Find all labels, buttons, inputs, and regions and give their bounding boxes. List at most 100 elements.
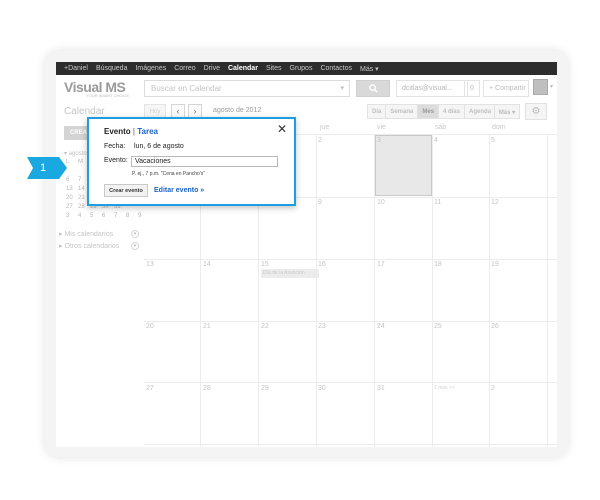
view-day-button[interactable]: Día [367, 104, 387, 119]
mini-day[interactable]: 4 [78, 213, 87, 219]
day-number[interactable]: 19 [491, 261, 499, 268]
grid-line [144, 444, 557, 445]
view-4days-button[interactable]: 4 días [438, 104, 466, 119]
col-head-sat: sáb [435, 124, 447, 131]
chevron-down-icon[interactable]: ▾ [131, 230, 139, 238]
mini-day[interactable]: 14 [78, 186, 87, 192]
gbar-item-drive[interactable]: Drive [204, 65, 220, 72]
tab-task[interactable]: Tarea [137, 127, 158, 136]
view-month-button[interactable]: Mes [417, 104, 440, 119]
search-input[interactable]: Buscar en Calendar ▾ [144, 80, 350, 97]
mini-day[interactable]: 3 [66, 213, 75, 219]
other-calendars-toggle[interactable]: ▸ Otros calendarios [59, 242, 119, 250]
mini-month-title[interactable]: ▾ agosto [64, 150, 87, 157]
day-number[interactable]: 31 [377, 385, 385, 392]
col-head-sun: dom [492, 124, 506, 131]
gbar-item-images[interactable]: Imágenes [135, 65, 166, 72]
event-hint: P. ej., 7 p.m. "Cena en Pancho's" [132, 171, 206, 177]
search-button[interactable] [356, 80, 390, 97]
grid-line [316, 134, 317, 447]
mini-day[interactable]: 6 [102, 213, 111, 219]
grid-line [374, 134, 375, 447]
mini-day[interactable]: 8 [126, 213, 135, 219]
avatar[interactable] [533, 79, 548, 95]
mini-day[interactable]: 7 [114, 213, 123, 219]
day-number[interactable]: 2 [491, 385, 495, 392]
mini-calendar-row: 3 4 5 6 7 8 9 [66, 213, 147, 219]
gbar-item-groups[interactable]: Grupos [290, 65, 313, 72]
gbar-item-user[interactable]: +Daniel [64, 65, 88, 72]
day-number[interactable]: 9 [318, 199, 322, 206]
share-button[interactable]: + Compartir [483, 80, 529, 97]
day-number[interactable]: 20 [146, 323, 154, 330]
quick-event-popup: Evento | Tarea ✕ Fecha: lun, 6 de agosto… [87, 117, 296, 206]
close-icon[interactable]: ✕ [277, 123, 287, 135]
day-number[interactable]: 4 [434, 137, 438, 144]
day-number[interactable]: 5 [491, 137, 495, 144]
day-number[interactable]: 25 [434, 323, 442, 330]
search-placeholder: Buscar en Calendar [151, 84, 222, 93]
gbar-item-contacts[interactable]: Contactos [320, 65, 352, 72]
event-title-input[interactable]: Vacaciones [131, 156, 278, 167]
step-number: 1 [40, 162, 47, 174]
mini-day[interactable]: 5 [90, 213, 99, 219]
mini-day[interactable]: 21 [78, 195, 87, 201]
chevron-down-icon[interactable]: ▾ [550, 83, 553, 90]
gbar-item-calendar[interactable]: Calendar [228, 65, 258, 72]
mini-day[interactable]: 13 [66, 186, 75, 192]
mini-calendar-row: 20 21 [66, 195, 87, 201]
mini-day[interactable]: 28 [78, 204, 87, 210]
day-number[interactable]: 17 [377, 261, 385, 268]
day-number[interactable]: 27 [146, 385, 154, 392]
user-email[interactable]: dcitlas@visual... [396, 80, 468, 97]
gbar-item-search[interactable]: Búsqueda [96, 65, 128, 72]
day-number[interactable]: 23 [318, 323, 326, 330]
mini-day[interactable]: 27 [66, 204, 75, 210]
selected-day-cell[interactable] [375, 135, 432, 196]
page-title: Calendar [64, 106, 105, 117]
view-agenda-button[interactable]: Agenda [464, 104, 497, 119]
event-chip[interactable]: Día de la Asunción [261, 269, 319, 278]
day-number[interactable]: 2 [318, 137, 322, 144]
day-number[interactable]: 10 [377, 199, 385, 206]
day-number[interactable]: 21 [203, 323, 211, 330]
day-number[interactable]: 22 [261, 323, 269, 330]
more-button[interactable]: Más ▾ [494, 104, 520, 119]
mini-day[interactable]: 6 [66, 177, 75, 183]
popup-tabs: Evento | Tarea [104, 127, 158, 136]
edit-event-link[interactable]: Editar evento » [154, 187, 204, 194]
day-number[interactable]: 29 [261, 385, 269, 392]
day-number[interactable]: 14 [203, 261, 211, 268]
notification-count[interactable]: 0 [464, 80, 480, 97]
day-number[interactable]: 30 [318, 385, 326, 392]
day-number[interactable]: 12 [491, 199, 499, 206]
day-number[interactable]: 16 [318, 261, 326, 268]
view-week-button[interactable]: Semana [385, 104, 419, 119]
chevron-down-icon[interactable]: ▾ [340, 84, 344, 92]
grid-line [144, 259, 557, 260]
day-number[interactable]: 15 [261, 261, 269, 268]
day-number[interactable]: 3 [377, 137, 381, 144]
step-marker-arrow [27, 157, 67, 179]
mini-day[interactable]: 20 [66, 195, 75, 201]
day-number[interactable]: 26 [491, 323, 499, 330]
tab-event[interactable]: Evento [104, 127, 131, 136]
chevron-down-icon[interactable]: ▾ [131, 242, 139, 250]
gbar-item-sites[interactable]: Sites [266, 65, 282, 72]
mini-day[interactable]: 7 [78, 177, 87, 183]
day-number[interactable]: 13 [146, 261, 154, 268]
day-number[interactable]: 28 [203, 385, 211, 392]
more-events-link[interactable]: 1 más >> [434, 385, 455, 391]
date-range: agosto de 2012 [213, 107, 262, 114]
create-event-button[interactable]: Crear evento [104, 184, 148, 197]
tab-separator: | [132, 127, 135, 136]
gbar-item-mail[interactable]: Correo [174, 65, 195, 72]
my-calendars-toggle[interactable]: ▸ Mis calendarios [59, 230, 113, 238]
day-number[interactable]: 11 [434, 199, 441, 206]
day-number[interactable]: 24 [377, 323, 385, 330]
gear-icon: ⚙ [531, 106, 541, 117]
mini-day: M [78, 159, 83, 165]
settings-button[interactable]: ⚙ [525, 103, 547, 120]
gbar-item-more[interactable]: Más ▾ [360, 65, 379, 73]
day-number[interactable]: 18 [434, 261, 442, 268]
